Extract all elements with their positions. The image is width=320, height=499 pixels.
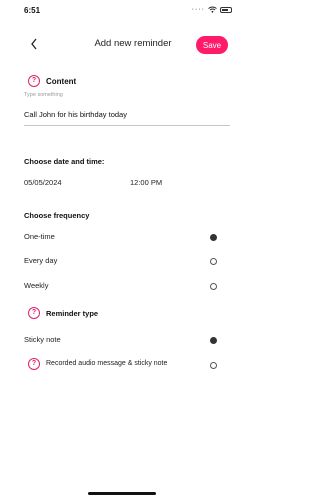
page-title: Add new reminder: [94, 38, 172, 49]
help-icon[interactable]: ?: [28, 307, 40, 319]
reminder-type-radio-sticky-note[interactable]: [210, 337, 217, 344]
wifi-icon: [208, 6, 217, 13]
frequency-title: Choose frequency: [24, 211, 90, 220]
save-button[interactable]: Save: [196, 36, 228, 54]
content-underline: [24, 125, 230, 126]
frequency-radio-weekly[interactable]: [210, 283, 217, 290]
reminder-type-radio-audio-sticky[interactable]: [210, 362, 217, 369]
frequency-option-label[interactable]: Weekly: [24, 281, 48, 290]
reminder-type-option-label[interactable]: Sticky note: [24, 335, 61, 344]
time-field[interactable]: 12:00 PM: [130, 178, 162, 187]
back-button[interactable]: [30, 38, 38, 52]
content-title: Content: [46, 77, 77, 86]
help-icon[interactable]: ?: [28, 75, 40, 87]
date-field[interactable]: 05/05/2024: [24, 178, 62, 187]
frequency-option-label[interactable]: One-time: [24, 232, 55, 241]
help-icon[interactable]: ?: [28, 358, 40, 370]
status-time: 6:51: [24, 6, 41, 15]
date-time-title: Choose date and time:: [24, 157, 105, 166]
frequency-radio-one-time[interactable]: [210, 234, 217, 241]
frequency-radio-every-day[interactable]: [210, 258, 217, 265]
battery-icon: [220, 6, 232, 13]
frequency-option-label[interactable]: Every day: [24, 256, 57, 265]
home-indicator: [88, 492, 156, 495]
status-icons: ····: [192, 6, 232, 13]
chevron-left-icon: [31, 38, 37, 50]
content-placeholder: Type something: [24, 92, 63, 98]
reminder-type-option-label[interactable]: Recorded audio message & sticky note: [46, 360, 167, 367]
signal-dots-icon: ····: [191, 6, 205, 13]
reminder-type-title: Reminder type: [46, 309, 99, 318]
content-input[interactable]: Call John for his birthday today: [24, 110, 127, 119]
